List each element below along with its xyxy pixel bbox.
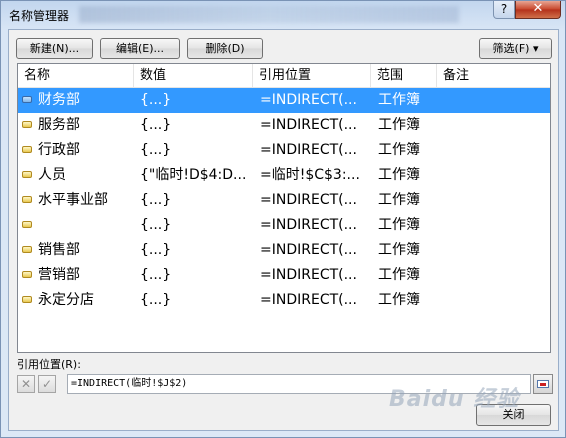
- baidu-watermark: Baidu 经验: [389, 387, 520, 412]
- cell-name: 人员: [38, 167, 66, 183]
- cell-name: 永定分店: [38, 292, 94, 308]
- cell-scope: 工作簿: [378, 92, 420, 108]
- named-range-icon: [22, 196, 32, 203]
- confirm-edit-button[interactable]: ✓: [38, 375, 56, 393]
- dialog-content: 新建(N)... 编辑(E)... 删除(D) 筛选(F) ▾ 名称 数值 引用…: [8, 29, 559, 431]
- table-row[interactable]: 水平事业部 {...} =INDIRECT(... 工作簿: [18, 188, 550, 213]
- name-manager-dialog: 名称管理器 ? ✕ 新建(N)... 编辑(E)... 删除(D) 筛选(F) …: [0, 0, 566, 438]
- names-list[interactable]: 名称 数值 引用位置 范围 备注 财务部 {...} =INDIRECT(... 工作…: [17, 63, 551, 353]
- column-header-scope[interactable]: 范围: [371, 64, 437, 87]
- cell-comment: [444, 213, 544, 238]
- cell-comment: [444, 138, 544, 163]
- cell-comment: [444, 88, 544, 113]
- refers-to-label: 引用位置(R):: [17, 358, 81, 371]
- cell-comment: [444, 113, 544, 138]
- cell-value: {...}: [140, 142, 172, 158]
- new-button[interactable]: 新建(N)...: [16, 38, 93, 59]
- table-row[interactable]: 财务部 {...} =INDIRECT(... 工作簿: [18, 88, 550, 113]
- cell-value: {...}: [140, 267, 172, 283]
- table-row[interactable]: 永定分店 {...} =INDIRECT(... 工作簿: [18, 288, 550, 313]
- cell-scope: 工作簿: [378, 167, 420, 183]
- table-row[interactable]: 行政部 {...} =INDIRECT(... 工作簿: [18, 138, 550, 163]
- named-range-icon: [22, 96, 32, 103]
- cell-value: {"临时!D$4:D...: [140, 167, 247, 183]
- cell-name: 行政部: [38, 142, 80, 158]
- delete-button[interactable]: 删除(D): [187, 38, 263, 59]
- cell-refers-to: =INDIRECT(...: [260, 92, 357, 108]
- list-header: 名称 数值 引用位置 范围 备注: [18, 64, 550, 88]
- cell-name: 营销部: [38, 267, 80, 283]
- cell-value: {...}: [140, 192, 172, 208]
- cell-refers-to: =INDIRECT(...: [260, 292, 357, 308]
- named-range-icon: [22, 121, 32, 128]
- cell-comment: [444, 288, 544, 313]
- table-row[interactable]: 销售部 {...} =INDIRECT(... 工作簿: [18, 238, 550, 263]
- column-header-value[interactable]: 数值: [134, 64, 253, 87]
- column-header-name[interactable]: 名称: [18, 64, 134, 87]
- help-button[interactable]: ?: [493, 1, 515, 19]
- window-title: 名称管理器: [9, 9, 70, 23]
- cell-name: 财务部: [38, 92, 80, 108]
- window-close-button[interactable]: ✕: [515, 1, 561, 19]
- cell-refers-to: =INDIRECT(...: [260, 217, 357, 233]
- named-range-icon: [22, 146, 32, 153]
- cell-comment: [444, 238, 544, 263]
- cancel-edit-button[interactable]: ✕: [17, 375, 35, 393]
- cell-value: {...}: [140, 92, 172, 108]
- column-header-comment[interactable]: 备注: [437, 64, 550, 87]
- cell-refers-to: =INDIRECT(...: [260, 242, 357, 258]
- cell-name: [38, 213, 134, 238]
- cell-scope: 工作簿: [378, 117, 420, 133]
- table-row[interactable]: {...} =INDIRECT(... 工作簿: [18, 213, 550, 238]
- named-range-icon: [22, 221, 32, 228]
- cell-scope: 工作簿: [378, 217, 420, 233]
- cell-comment: [444, 188, 544, 213]
- cell-scope: 工作簿: [378, 292, 420, 308]
- blurred-title-area: [79, 6, 459, 23]
- named-range-icon: [22, 246, 32, 253]
- cell-scope: 工作簿: [378, 142, 420, 158]
- named-range-icon: [22, 271, 32, 278]
- cell-refers-to: =临时!$C$3:...: [260, 167, 360, 183]
- cell-name: 服务部: [38, 117, 80, 133]
- cell-comment: [444, 263, 544, 288]
- cell-comment: [444, 163, 544, 188]
- column-header-refers-to[interactable]: 引用位置: [253, 64, 371, 87]
- cell-name: 销售部: [38, 242, 80, 258]
- cell-refers-to: =INDIRECT(...: [260, 192, 357, 208]
- title-bar[interactable]: 名称管理器 ? ✕: [1, 1, 565, 29]
- table-row[interactable]: 人员 {"临时!D$4:D... =临时!$C$3:... 工作簿: [18, 163, 550, 188]
- cell-value: {...}: [140, 117, 172, 133]
- cell-name: 水平事业部: [38, 192, 108, 208]
- cell-refers-to: =INDIRECT(...: [260, 267, 357, 283]
- cell-value: {...}: [140, 242, 172, 258]
- named-range-icon: [22, 296, 32, 303]
- cell-refers-to: =INDIRECT(...: [260, 117, 357, 133]
- edit-button[interactable]: 编辑(E)...: [100, 38, 180, 59]
- cell-scope: 工作簿: [378, 267, 420, 283]
- collapse-dialog-button[interactable]: [533, 374, 553, 394]
- cell-scope: 工作簿: [378, 192, 420, 208]
- cell-refers-to: =INDIRECT(...: [260, 142, 357, 158]
- table-row[interactable]: 营销部 {...} =INDIRECT(... 工作簿: [18, 263, 550, 288]
- cell-value: {...}: [140, 292, 172, 308]
- table-row[interactable]: 服务部 {...} =INDIRECT(... 工作簿: [18, 113, 550, 138]
- filter-button[interactable]: 筛选(F) ▾: [479, 38, 552, 59]
- named-range-icon: [22, 171, 32, 178]
- cell-scope: 工作簿: [378, 242, 420, 258]
- cell-value: {...}: [140, 217, 172, 233]
- range-select-arrow-icon: [540, 383, 546, 386]
